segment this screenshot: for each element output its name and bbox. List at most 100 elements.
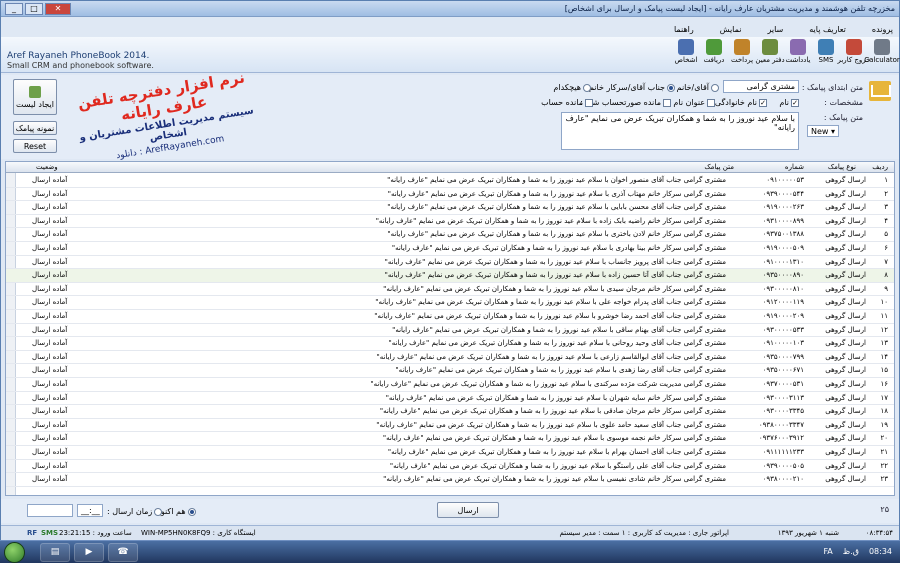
tray-clock[interactable]: 08:34 — [869, 547, 892, 556]
ribbon-button-3[interactable]: دفتر معین — [755, 39, 785, 64]
cell-status: آماده ارسال — [32, 298, 68, 307]
taskbar-media-icon[interactable]: ▶ — [74, 543, 104, 562]
sms-body-input[interactable]: با سلام عید نوروز را به شما و همکاران تب… — [561, 112, 799, 150]
cell-text: مشتری گرامی جناب آقای سعید حامد علوی با … — [376, 420, 726, 429]
table-row[interactable]: ۲۲ ارسال گروهی ۰۹۳۹۰۰۰۰۵۰۵ مشتری گرامی جناب… — [6, 460, 894, 474]
table-row[interactable]: ۷ ارسال گروهی ۰۹۱۰۰۰۰۱۳۱۰ مشتری گرامی جناب … — [6, 256, 894, 270]
banner-download-label: دانلود : — [115, 147, 144, 162]
menu-file[interactable]: پرونده — [872, 25, 893, 34]
send-button[interactable]: ارسال — [437, 502, 499, 518]
ribbon-button-1[interactable]: دریافت — [703, 39, 725, 64]
table-row[interactable]: ۶ ارسال گروهی ۰۹۱۹۰۰۰۰۵۰۹ مشتری گرامی سرکار… — [6, 242, 894, 256]
table-row[interactable]: ۵ ارسال گروهی ۰۹۳۷۵۰۰۱۳۸۸ مشتری گرامی سرکار… — [6, 228, 894, 242]
brand-subtitle: Small CRM and phonebook software. — [7, 61, 154, 70]
table-row[interactable]: ۱۶ ارسال گروهی ۰۹۳۷۰۰۰۰۵۳۱ مشتری گرامی مدیر… — [6, 378, 894, 392]
ribbon-button-2[interactable]: پرداخت — [731, 39, 753, 64]
table-row[interactable]: ۲۳ ارسال گروهی ۰۹۳۸۰۰۰۰۲۱۰ مشتری گرامی سرکا… — [6, 473, 894, 487]
maximize-button[interactable]: □ — [25, 2, 43, 15]
ribbon-button-4[interactable]: یادداشت — [785, 39, 811, 64]
cell-type: ارسال گروهی — [825, 244, 866, 252]
table-row[interactable]: ۴ ارسال گروهی ۰۹۳۱۰۰۰۰۸۹۹ مشتری گرامی سرکار… — [6, 215, 894, 229]
cell-phone: ۰۹۱۰۰۰۰۰۵۳ — [766, 176, 804, 184]
col-text[interactable]: متن پیامک — [704, 163, 734, 171]
table-row[interactable]: ۱۴ ارسال گروهی ۰۹۳۵۰۰۰۰۷۹۹ مشتری گرامی جناب… — [6, 351, 894, 365]
cell-text: مشتری گرامی جناب آقای احسان بهرام با سلا… — [387, 448, 726, 456]
new-select[interactable]: New ▾ — [807, 125, 839, 137]
table-row[interactable]: ۱۲ ارسال گروهی ۰۹۳۰۰۰۰۰۵۳۳ مشتری گرامی جناب… — [6, 324, 894, 338]
cell-text: مشتری گرامی جناب آقای ابوالقاسم زارعی با… — [376, 352, 726, 361]
table-row[interactable]: ۱۷ ارسال گروهی ۰۹۳۰۰۰۰۳۱۱۳ مشتری گرامی سرکا… — [6, 392, 894, 406]
table-row[interactable]: ۸ ارسال گروهی ۰۹۳۵۰۰۰۰۸۹۰ مشتری گرامی جناب … — [6, 269, 894, 283]
table-row[interactable]: ۲ ارسال گروهی ۰۹۳۹۰۰۰۰۵۴۴ مشتری گرامی سرکار… — [6, 188, 894, 202]
ribbon-label-0: اشخاص — [674, 56, 698, 64]
cell-text: مشتری گرامی سرکار خانم نجمه موسوی با سلا… — [382, 434, 726, 443]
cell-status: آماده ارسال — [32, 352, 68, 361]
tray-language[interactable]: FA — [823, 547, 832, 556]
reset-button[interactable]: Reset — [13, 139, 57, 153]
radio-mr-mrs-dot — [711, 83, 719, 92]
chevron-down-icon: ▾ — [831, 127, 836, 136]
table-row[interactable]: ۳ ارسال گروهی ۰۹۱۹۰۰۰۰۲۶۳ مشتری گرامی جناب … — [6, 201, 894, 215]
table-row[interactable]: ۱۸ ارسال گروهی ۰۹۳۰۰۰۰۳۳۴۵ مشتری گرامی سرکا… — [6, 405, 894, 419]
radio-send-time[interactable]: زمان ارسال : — [107, 507, 163, 516]
table-row[interactable]: ۱ ارسال گروهی ۰۹۱۰۰۰۰۰۵۳ مشتری گرامی جناب آ… — [6, 174, 894, 188]
ribbon-button-6[interactable]: خروج کاربر — [838, 39, 870, 64]
cell-num: ۵ — [884, 230, 888, 239]
cell-num: ۶ — [884, 244, 888, 252]
time-input[interactable]: __:__ — [77, 504, 103, 517]
cell-status: آماده ارسال — [32, 339, 68, 348]
ribbon-button-7[interactable]: Calculator — [864, 39, 900, 64]
ribbon-button-0[interactable]: اشخاص — [675, 39, 697, 64]
close-button[interactable]: ✕ — [45, 2, 71, 15]
table-row[interactable]: ۱۰ ارسال گروهی ۰۹۱۲۰۰۰۰۱۱۹ مشتری گرامی جناب… — [6, 296, 894, 310]
date-input[interactable] — [27, 504, 73, 517]
status-date: شنبه ۱ شهریور ۱۳۹۳ — [777, 529, 839, 537]
check-balance[interactable]: مانده حساب — [541, 98, 593, 107]
status-clock: ۰۸:۳۴:۵۴ — [865, 529, 893, 537]
col-status[interactable]: وضعیت — [36, 163, 58, 171]
cell-text: مشتری گرامی جناب آقای آتا حسین زاده با س… — [384, 271, 726, 280]
check-first-name[interactable]: ✓ نام — [779, 98, 799, 107]
table-row[interactable]: ۱۹ ارسال گروهی ۰۹۳۸۰۰۰۰۳۳۴۷ مشتری گرامی جنا… — [6, 419, 894, 433]
sample-sms-button[interactable]: نمونه پیامک — [13, 121, 57, 135]
table-row[interactable]: ۹ ارسال گروهی ۰۹۳۰۰۰۰۰۸۱۰ مشتری گرامی سرکار… — [6, 283, 894, 297]
ribbon-label-4: یادداشت — [785, 56, 811, 64]
cell-num: ۴ — [884, 216, 888, 225]
col-num[interactable]: ردیف — [872, 163, 888, 171]
radio-formal-title[interactable]: جناب آقای/سرکار خانم — [589, 83, 675, 92]
check-last-name[interactable]: ✓ نام خانوادگی — [715, 98, 767, 107]
table-row[interactable]: ۲۱ ارسال گروهی ۰۹۱۱۱۱۱۱۲۳۳ مشتری گرامی جناب… — [6, 446, 894, 460]
taskbar-explorer-icon[interactable]: ▤ — [40, 543, 70, 562]
title-bar: _ □ ✕ مخزرچه تلفن هوشمند و مدیریت مشتریا… — [1, 1, 899, 17]
table-row[interactable]: ۱۳ ارسال گروهی ۰۹۱۰۰۰۰۰۱۰۳ مشتری گرامی جناب… — [6, 337, 894, 351]
minimize-button[interactable]: _ — [5, 2, 23, 15]
row-count: ۲۵ — [880, 505, 889, 514]
window-controls: _ □ ✕ — [5, 2, 71, 15]
start-icon[interactable] — [4, 542, 25, 563]
menu-other[interactable]: سایر — [767, 25, 783, 34]
cell-text: مشتری گرامی جناب آقای محسن بابایی با سلا… — [387, 203, 726, 212]
create-list-button[interactable]: ایجاد لیست — [13, 79, 57, 115]
cell-type: ارسال گروهی — [825, 380, 866, 388]
prefix-input[interactable]: مشتری گرامی — [723, 80, 799, 93]
cell-status: آماده ارسال — [32, 325, 68, 334]
ribbon-button-5[interactable]: SMS — [815, 39, 837, 64]
cell-type: ارسال گروهی — [825, 203, 866, 212]
taskbar-app-icon[interactable]: ☎ — [108, 543, 138, 562]
table-row[interactable]: ۲۰ ارسال گروهی ۰۹۳۷۶۰۰۰۳۹۱۲ مشتری گرامی سرک… — [6, 432, 894, 446]
menu-help[interactable]: راهنما — [674, 25, 694, 34]
table-row[interactable]: ۱۱ ارسال گروهی ۰۹۱۹۰۰۰۰۲۰۹ مشتری گرامی جناب… — [6, 310, 894, 324]
col-phone[interactable]: شماره — [785, 163, 804, 171]
radio-none[interactable]: هیچکدام — [553, 83, 591, 92]
menu-definitions[interactable]: تعاریف پایه — [809, 25, 846, 34]
col-type[interactable]: نوع پیامک — [828, 163, 856, 171]
cell-num: ۹ — [884, 284, 888, 293]
ribbon-label-3: دفتر معین — [755, 56, 785, 64]
radio-mr-mrs[interactable]: آقای/خانم — [677, 83, 719, 92]
menu-view[interactable]: نمایش — [720, 25, 742, 34]
table-row[interactable]: ۱۵ ارسال گروهی ۰۹۳۵۰۰۰۰۶۷۱ مشتری گرامی جناب… — [6, 364, 894, 378]
check-title[interactable]: عنوان نام — [673, 98, 715, 107]
check-balance-text[interactable]: مانده صورتحساب شما : — [580, 98, 671, 107]
cell-type: ارسال گروهی — [825, 176, 866, 184]
radio-formal-title-dot — [667, 83, 675, 92]
